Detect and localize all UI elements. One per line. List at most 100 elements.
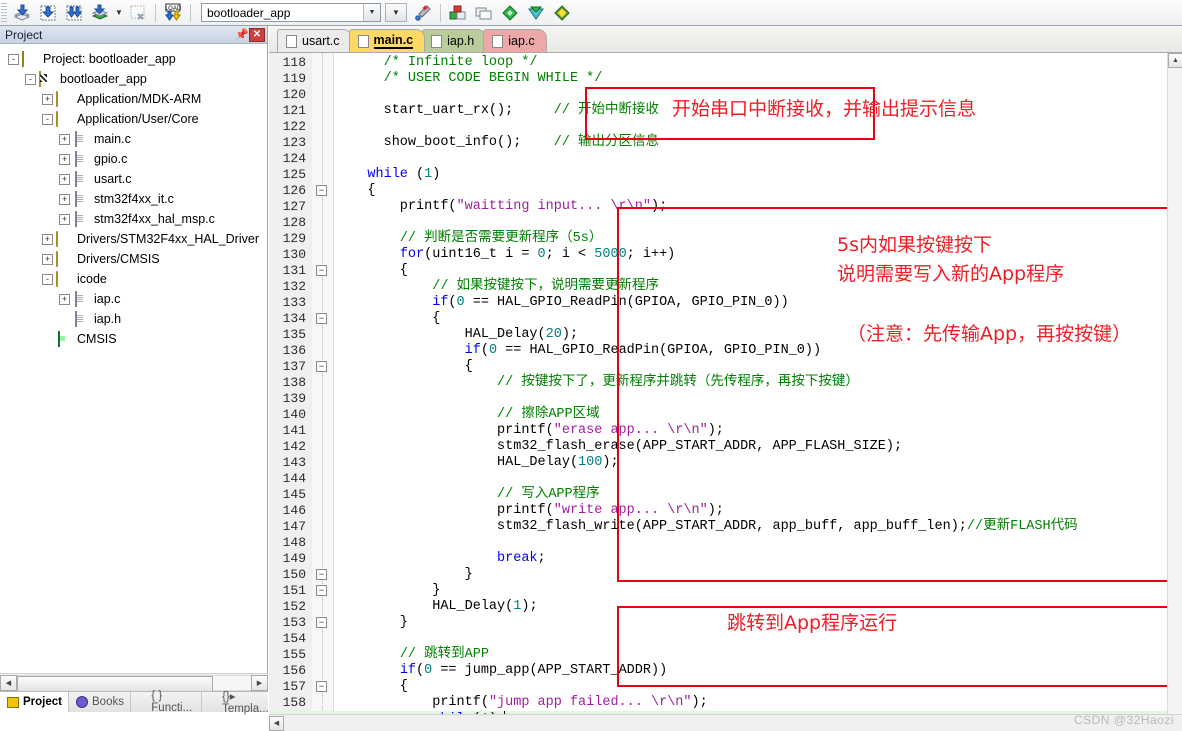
panel-tab-books[interactable]: Books — [69, 692, 131, 712]
panel-tab-project[interactable]: Project — [0, 692, 69, 712]
project-tree[interactable]: -Project: bootloader_app-bootloader_app+… — [0, 45, 267, 673]
code-line[interactable]: { — [335, 263, 408, 279]
tree-item-cmsis[interactable]: CMSIS — [0, 329, 267, 349]
code-line[interactable]: // 如果按键按下，说明需要更新程序 — [335, 279, 659, 295]
tree-item-drivers-stm32f4xx-hal-driver[interactable]: +Drivers/STM32F4xx_HAL_Driver — [0, 229, 267, 249]
code-line[interactable]: if(0 == jump_app(APP_START_ADDR)) — [335, 663, 667, 679]
code-line[interactable]: if(0 == HAL_GPIO_ReadPin(GPIOA, GPIO_PIN… — [335, 343, 821, 359]
code-line[interactable] — [335, 215, 343, 231]
tree-item-project-bootloader-app[interactable]: -Project: bootloader_app — [0, 49, 267, 69]
chevron-down-icon[interactable]: ▼ — [113, 2, 125, 24]
load-icon[interactable]: LOAD — [161, 2, 185, 24]
tree-item-icode[interactable]: -icode — [0, 269, 267, 289]
tree-item-gpio-c[interactable]: +gpio.c — [0, 149, 267, 169]
chevron-down-icon[interactable]: ▼ — [363, 4, 380, 21]
code-line[interactable]: // 擦除APP区域 — [335, 407, 600, 423]
project-target-combo[interactable]: bootloader_app ▼ — [201, 3, 381, 22]
code-line[interactable]: HAL_Delay(20); — [335, 327, 578, 343]
code-line[interactable]: } — [335, 567, 473, 583]
tree-item-usart-c[interactable]: +usart.c — [0, 169, 267, 189]
code-line[interactable]: // 跳转到APP — [335, 647, 489, 663]
fold-toggle[interactable]: − — [316, 313, 327, 324]
download-all-icon[interactable] — [62, 2, 86, 24]
hscroll-track[interactable] — [17, 675, 251, 691]
tree-item-application-user-core[interactable]: -Application/User/Core — [0, 109, 267, 129]
code-editor[interactable]: 1181191201211221231241251261271281291301… — [269, 53, 1167, 714]
diamond-cyan-icon[interactable] — [524, 2, 548, 24]
build-icon[interactable] — [10, 2, 34, 24]
code-line[interactable]: show_boot_info(); // 输出分区信息 — [335, 135, 659, 151]
tree-expander[interactable]: - — [25, 74, 36, 85]
tree-item-iap-c[interactable]: +iap.c — [0, 289, 267, 309]
code-line[interactable]: break; — [335, 551, 546, 567]
code-line[interactable]: while (1) — [335, 167, 440, 183]
code-line[interactable]: } — [335, 583, 440, 599]
tree-item-drivers-cmsis[interactable]: +Drivers/CMSIS — [0, 249, 267, 269]
code-line[interactable] — [335, 151, 343, 167]
tree-item-stm32f4xx-hal-msp-c[interactable]: +stm32f4xx_hal_msp.c — [0, 209, 267, 229]
editor-tabstrip[interactable]: usart.cmain.ciap.hiap.c — [269, 26, 1182, 53]
stop-build-icon[interactable] — [126, 2, 150, 24]
scroll-left-button[interactable]: ◀ — [0, 675, 17, 691]
tree-item-main-c[interactable]: +main.c — [0, 129, 267, 149]
code-line[interactable]: printf("waitting input... \r\n"); — [335, 199, 667, 215]
tree-item-bootloader-app[interactable]: -bootloader_app — [0, 69, 267, 89]
tree-expander[interactable]: - — [42, 274, 53, 285]
download-icon[interactable] — [36, 2, 60, 24]
tree-expander[interactable]: + — [59, 194, 70, 205]
code-line[interactable]: /* USER CODE BEGIN WHILE */ — [335, 71, 602, 87]
panel-tab-functi[interactable]: { } Functi... — [131, 692, 202, 712]
code-line[interactable]: /* Infinite loop */ — [335, 55, 538, 71]
code-folding-column[interactable]: −−−−−−−−− — [312, 53, 334, 714]
tree-expander[interactable]: + — [59, 174, 70, 185]
diamond-yellow-icon[interactable] — [550, 2, 574, 24]
editor-tab-usart-c[interactable]: usart.c — [277, 29, 352, 52]
tree-expander[interactable]: + — [59, 154, 70, 165]
pin-icon[interactable]: 📌 — [235, 28, 249, 42]
tree-expander[interactable]: + — [59, 134, 70, 145]
code-line[interactable]: // 写入APP程序 — [335, 487, 600, 503]
code-line[interactable]: HAL_Delay(100); — [335, 455, 619, 471]
code-line[interactable] — [335, 119, 343, 135]
code-line[interactable]: stm32_flash_erase(APP_START_ADDR, APP_FL… — [335, 439, 902, 455]
code-line[interactable]: { — [335, 311, 440, 327]
magic-wand-icon[interactable] — [411, 2, 435, 24]
tree-item-iap-h[interactable]: iap.h — [0, 309, 267, 329]
code-line[interactable]: // 按键按下了，更新程序并跳转（先传程序，再按下按键） — [335, 375, 859, 391]
fold-toggle[interactable]: − — [316, 265, 327, 276]
fold-toggle[interactable]: − — [316, 617, 327, 628]
panel-bottom-tabs[interactable]: ProjectBooks{ } Functi...{}▸ Templa... — [0, 691, 268, 712]
windows-icon[interactable] — [472, 2, 496, 24]
fold-toggle[interactable]: − — [316, 681, 327, 692]
code-line[interactable]: { — [335, 183, 376, 199]
tree-expander[interactable]: - — [8, 54, 19, 65]
tree-expander[interactable]: + — [42, 254, 53, 265]
code-line[interactable]: // 判断是否需要更新程序（5s） — [335, 231, 602, 247]
code-line[interactable] — [335, 631, 343, 647]
code-line[interactable]: } — [335, 615, 408, 631]
scroll-left-button[interactable]: ◀ — [269, 716, 284, 731]
code-line[interactable]: start_uart_rx(); // 开始中断接收 — [335, 103, 659, 119]
fold-toggle[interactable]: − — [316, 569, 327, 580]
code-line[interactable] — [335, 391, 343, 407]
tree-item-application-mdk-arm[interactable]: +Application/MDK-ARM — [0, 89, 267, 109]
layers-icon[interactable] — [88, 2, 112, 24]
editor-hscrollbar[interactable]: ◀ — [269, 714, 1182, 731]
code-line[interactable] — [335, 535, 343, 551]
tree-expander[interactable]: + — [59, 214, 70, 225]
code-line[interactable] — [335, 87, 343, 103]
code-line[interactable]: printf("write app... \r\n"); — [335, 503, 724, 519]
close-icon[interactable]: ✕ — [249, 28, 265, 42]
editor-tab-iap-h[interactable]: iap.h — [422, 29, 486, 52]
code-line[interactable]: { — [335, 359, 473, 375]
editor-vscrollbar[interactable]: ▲ — [1167, 53, 1182, 714]
fold-toggle[interactable]: − — [316, 361, 327, 372]
code-line[interactable]: printf("erase app... \r\n"); — [335, 423, 724, 439]
code-line[interactable]: HAL_Delay(1); — [335, 599, 538, 615]
toolbar-grip[interactable] — [1, 3, 7, 23]
diamond-green-icon[interactable] — [498, 2, 522, 24]
code-line[interactable]: if(0 == HAL_GPIO_ReadPin(GPIOA, GPIO_PIN… — [335, 295, 789, 311]
tree-expander[interactable]: - — [42, 114, 53, 125]
panel-tab-templa[interactable]: {}▸ Templa... — [202, 692, 279, 712]
code-line[interactable] — [335, 471, 343, 487]
